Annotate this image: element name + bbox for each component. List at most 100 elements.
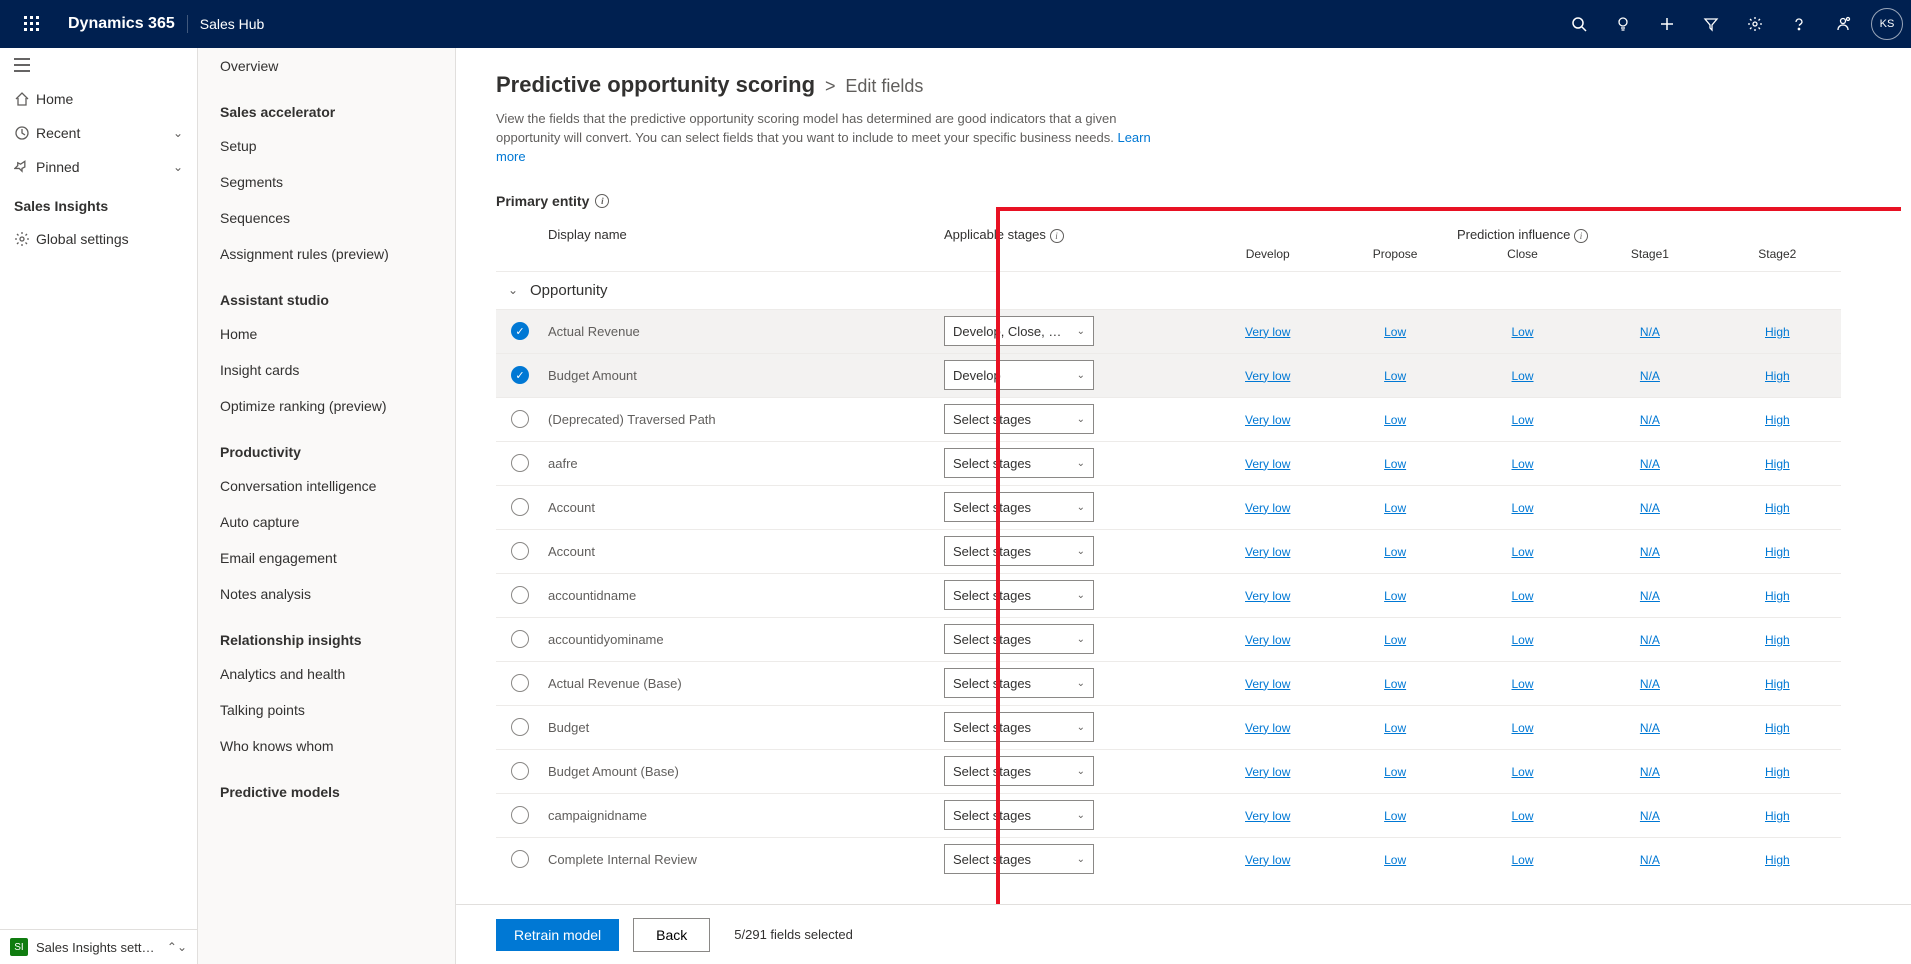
stage-dropdown[interactable]: Develop, Close, …⌄ <box>944 316 1094 346</box>
add-icon[interactable] <box>1645 0 1689 48</box>
stage-dropdown[interactable]: Select stages⌄ <box>944 800 1094 830</box>
influence-link[interactable]: N/A <box>1640 457 1660 471</box>
influence-link[interactable]: N/A <box>1640 853 1660 867</box>
sidebar-item-assignment-rules-preview-[interactable]: Assignment rules (preview) <box>198 236 455 272</box>
influence-link[interactable]: Low <box>1384 809 1406 823</box>
influence-link[interactable]: High <box>1765 589 1790 603</box>
nav-item-recent[interactable]: Recent⌄ <box>0 116 197 150</box>
sidebar-item-analytics-and-health[interactable]: Analytics and health <box>198 656 455 692</box>
sidebar-item-overview[interactable]: Overview <box>198 48 455 84</box>
stage-dropdown[interactable]: Select stages⌄ <box>944 668 1094 698</box>
checkbox-unchecked[interactable] <box>511 718 529 736</box>
influence-link[interactable]: Low <box>1512 765 1534 779</box>
stage-dropdown[interactable]: Select stages⌄ <box>944 448 1094 478</box>
influence-link[interactable]: High <box>1765 809 1790 823</box>
influence-link[interactable]: Low <box>1512 853 1534 867</box>
influence-link[interactable]: Very low <box>1245 633 1290 647</box>
influence-link[interactable]: Low <box>1384 501 1406 515</box>
influence-link[interactable]: High <box>1765 633 1790 647</box>
influence-link[interactable]: Very low <box>1245 501 1290 515</box>
stage-dropdown[interactable]: Select stages⌄ <box>944 536 1094 566</box>
influence-link[interactable]: Low <box>1384 677 1406 691</box>
influence-link[interactable]: N/A <box>1640 765 1660 779</box>
checkbox-unchecked[interactable] <box>511 454 529 472</box>
sidebar-item-talking-points[interactable]: Talking points <box>198 692 455 728</box>
influence-link[interactable]: Very low <box>1245 413 1290 427</box>
influence-link[interactable]: N/A <box>1640 369 1660 383</box>
influence-link[interactable]: Low <box>1512 545 1534 559</box>
sidebar-item-optimize-ranking-preview-[interactable]: Optimize ranking (preview) <box>198 388 455 424</box>
app-launcher-icon[interactable] <box>8 16 56 32</box>
stage-dropdown[interactable]: Select stages⌄ <box>944 756 1094 786</box>
info-icon[interactable]: i <box>1050 229 1064 243</box>
checkbox-unchecked[interactable] <box>511 674 529 692</box>
search-icon[interactable] <box>1557 0 1601 48</box>
checkbox-checked[interactable]: ✓ <box>511 322 529 340</box>
influence-link[interactable]: Low <box>1384 325 1406 339</box>
sidebar-item-conversation-intelligence[interactable]: Conversation intelligence <box>198 468 455 504</box>
help-icon[interactable] <box>1777 0 1821 48</box>
checkbox-unchecked[interactable] <box>511 762 529 780</box>
influence-link[interactable]: Low <box>1384 369 1406 383</box>
influence-link[interactable]: N/A <box>1640 501 1660 515</box>
influence-link[interactable]: N/A <box>1640 809 1660 823</box>
influence-link[interactable]: Low <box>1512 809 1534 823</box>
stage-dropdown[interactable]: Develop⌄ <box>944 360 1094 390</box>
influence-link[interactable]: Low <box>1384 413 1406 427</box>
sidebar-item-home[interactable]: Home <box>198 316 455 352</box>
influence-link[interactable]: Very low <box>1245 457 1290 471</box>
influence-link[interactable]: High <box>1765 369 1790 383</box>
influence-link[interactable]: Very low <box>1245 721 1290 735</box>
sidebar-item-notes-analysis[interactable]: Notes analysis <box>198 576 455 612</box>
filter-icon[interactable] <box>1689 0 1733 48</box>
influence-link[interactable]: High <box>1765 721 1790 735</box>
area-switcher[interactable]: SI Sales Insights sett… ⌃⌄ <box>0 929 197 964</box>
nav-item-home[interactable]: Home <box>0 82 197 116</box>
checkbox-checked[interactable]: ✓ <box>511 366 529 384</box>
checkbox-unchecked[interactable] <box>511 806 529 824</box>
influence-link[interactable]: High <box>1765 677 1790 691</box>
stage-dropdown[interactable]: Select stages⌄ <box>944 712 1094 742</box>
lightbulb-icon[interactable] <box>1601 0 1645 48</box>
hamburger-icon[interactable] <box>0 48 197 82</box>
influence-link[interactable]: High <box>1765 765 1790 779</box>
influence-link[interactable]: High <box>1765 853 1790 867</box>
influence-link[interactable]: Low <box>1512 325 1534 339</box>
checkbox-unchecked[interactable] <box>511 498 529 516</box>
influence-link[interactable]: Low <box>1512 677 1534 691</box>
influence-link[interactable]: N/A <box>1640 545 1660 559</box>
influence-link[interactable]: N/A <box>1640 413 1660 427</box>
influence-link[interactable]: Low <box>1384 457 1406 471</box>
influence-link[interactable]: Very low <box>1245 545 1290 559</box>
influence-link[interactable]: Low <box>1512 413 1534 427</box>
nav-item-global-settings[interactable]: Global settings <box>0 222 197 256</box>
influence-link[interactable]: Very low <box>1245 853 1290 867</box>
influence-link[interactable]: N/A <box>1640 677 1660 691</box>
sidebar-item-who-knows-whom[interactable]: Who knows whom <box>198 728 455 764</box>
stage-dropdown[interactable]: Select stages⌄ <box>944 492 1094 522</box>
sidebar-item-setup[interactable]: Setup <box>198 128 455 164</box>
stage-dropdown[interactable]: Select stages⌄ <box>944 844 1094 874</box>
influence-link[interactable]: Very low <box>1245 589 1290 603</box>
app-name-label[interactable]: Sales Hub <box>200 16 265 32</box>
settings-icon[interactable] <box>1733 0 1777 48</box>
influence-link[interactable]: N/A <box>1640 325 1660 339</box>
checkbox-unchecked[interactable] <box>511 586 529 604</box>
influence-link[interactable]: N/A <box>1640 721 1660 735</box>
influence-link[interactable]: Very low <box>1245 325 1290 339</box>
influence-link[interactable]: High <box>1765 457 1790 471</box>
checkbox-unchecked[interactable] <box>511 630 529 648</box>
influence-link[interactable]: N/A <box>1640 633 1660 647</box>
influence-link[interactable]: Very low <box>1245 369 1290 383</box>
influence-link[interactable]: N/A <box>1640 589 1660 603</box>
influence-link[interactable]: Low <box>1512 457 1534 471</box>
sidebar-item-insight-cards[interactable]: Insight cards <box>198 352 455 388</box>
user-avatar[interactable]: KS <box>1871 8 1903 40</box>
nav-item-pinned[interactable]: Pinned⌄ <box>0 150 197 184</box>
influence-link[interactable]: Low <box>1384 853 1406 867</box>
influence-link[interactable]: High <box>1765 501 1790 515</box>
influence-link[interactable]: Very low <box>1245 677 1290 691</box>
assistant-icon[interactable] <box>1821 0 1865 48</box>
chevron-down-icon[interactable]: ⌄ <box>496 283 530 297</box>
info-icon[interactable]: i <box>595 194 609 208</box>
